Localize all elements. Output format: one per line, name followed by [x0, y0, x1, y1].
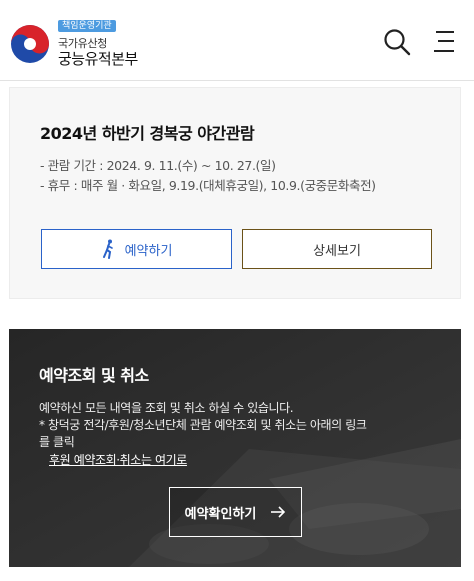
lookup-description: 예약하신 모든 내역을 조회 및 취소 하실 수 있습니다. — [39, 401, 294, 415]
detail-button[interactable]: 상세보기 — [242, 229, 432, 269]
lookup-notice: * 창덕궁 전각/후원/청소년단체 관람 예약조회 및 취소는 아래의 링크 — [39, 418, 367, 432]
arrow-right-icon — [271, 506, 286, 518]
search-button[interactable] — [382, 27, 412, 57]
search-icon — [384, 29, 411, 56]
menu-icon — [434, 31, 454, 52]
site-header: 책임운영기관 국가유산청 궁능유적본부 — [0, 0, 474, 81]
taegeuk-emblem-icon — [11, 25, 49, 63]
detail-button-label: 상세보기 — [313, 243, 361, 259]
reserve-button[interactable]: 예약하기 — [41, 229, 232, 269]
logo-badge: 책임운영기관 — [58, 20, 116, 32]
walking-person-icon — [102, 239, 113, 259]
program-closed-days: - 휴무 : 매주 월 · 화요일, 9.19.(대체휴궁일), 10.9.(궁… — [40, 178, 376, 193]
program-title: 2024년 하반기 경복궁 야간관람 — [40, 124, 255, 143]
check-reservation-label: 예약확인하기 — [184, 506, 257, 522]
logo-title: 궁능유적본부 — [58, 50, 138, 68]
reserve-button-label: 예약하기 — [124, 243, 173, 259]
check-reservation-button[interactable]: 예약확인하기 — [169, 487, 302, 537]
garden-reservation-link[interactable]: 후원 예약조회·취소는 여기로 — [49, 451, 187, 468]
program-period: - 관람 기간 : 2024. 9. 11.(수) ~ 10. 27.(일) — [40, 158, 276, 173]
program-card: 2024년 하반기 경복궁 야간관람 - 관람 기간 : 2024. 9. 11… — [9, 87, 461, 299]
site-logo[interactable]: 책임운영기관 국가유산청 궁능유적본부 — [10, 18, 150, 68]
lookup-notice-cont: 를 클릭 — [39, 435, 75, 449]
lookup-title: 예약조회 및 취소 — [39, 366, 149, 385]
menu-button[interactable] — [430, 27, 460, 57]
reservation-lookup-banner: 예약조회 및 취소 예약하신 모든 내역을 조회 및 취소 하실 수 있습니다.… — [9, 329, 461, 567]
